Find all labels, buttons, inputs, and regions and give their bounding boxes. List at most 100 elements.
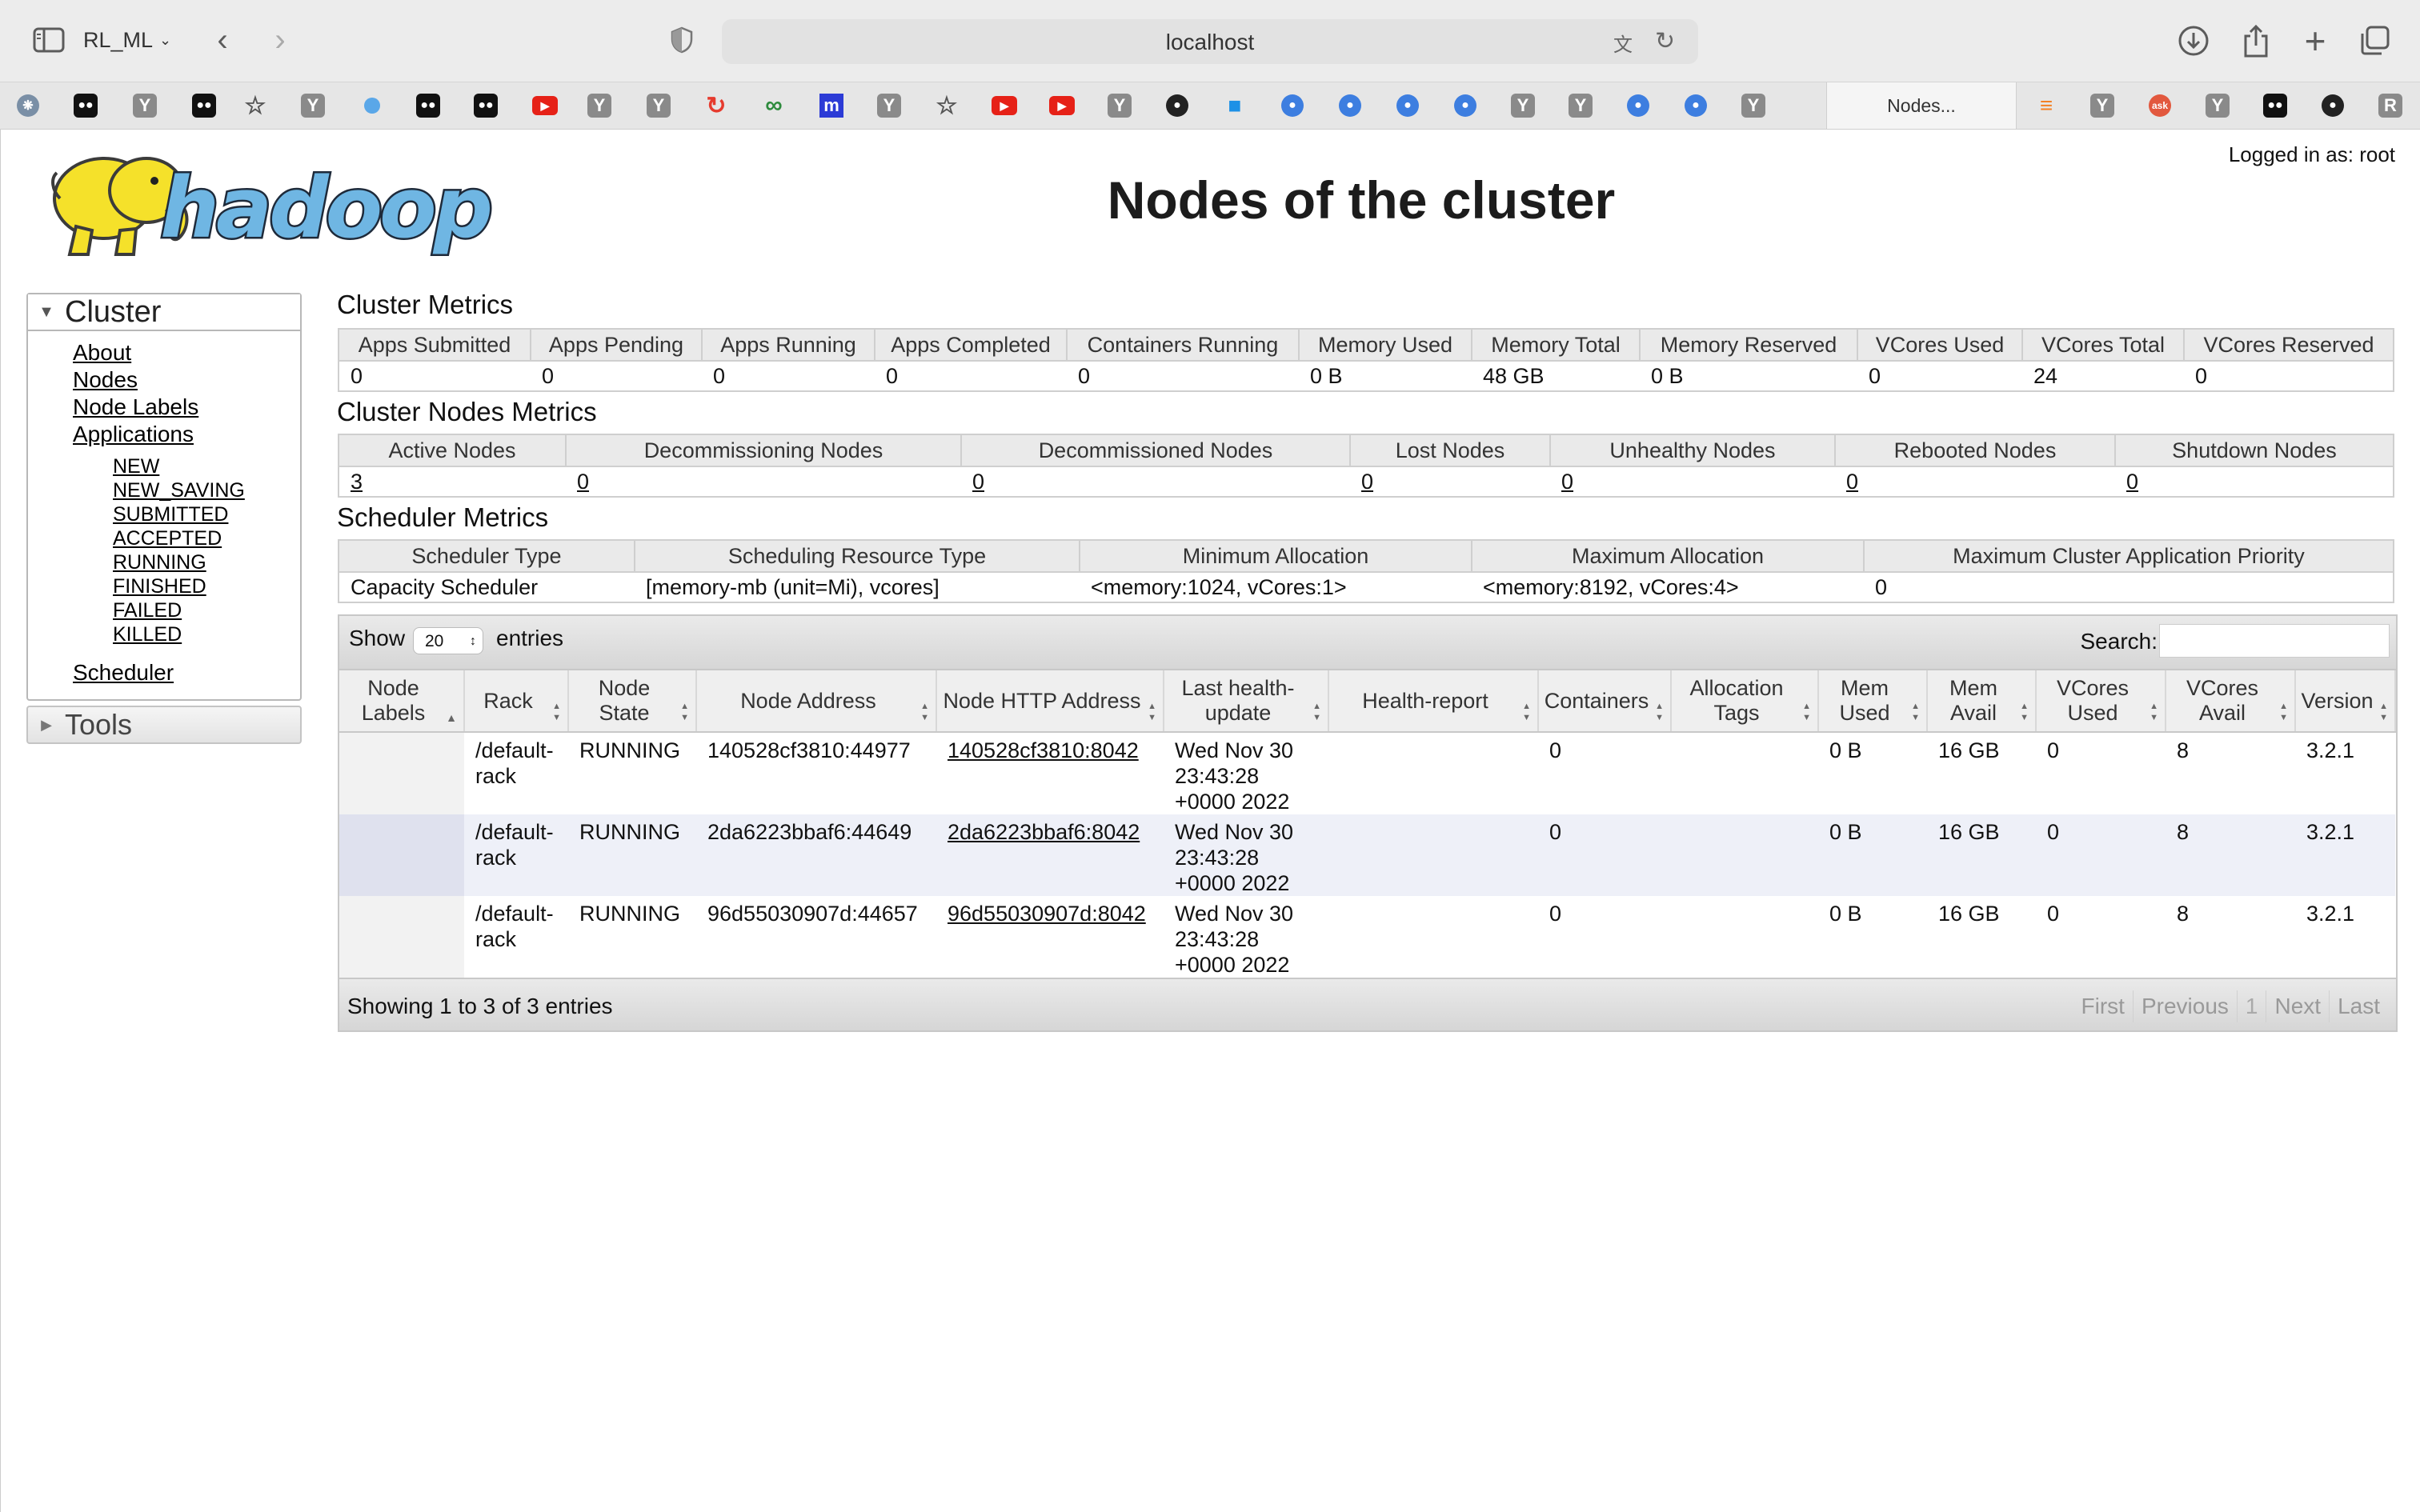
column-header[interactable]: VCores Used ▲ ▼ [2036,670,2166,733]
reload-icon[interactable]: ↻ [1655,27,1682,56]
forward-button[interactable]: › [262,22,298,58]
cell-http-text[interactable]: 96d55030907d:8042 [948,902,1146,926]
pinned-tab-r-icon[interactable]: R [2375,90,2406,121]
back-button[interactable]: ‹ [205,22,240,58]
pinned-tab-ycombinator-icon[interactable]: Y [584,90,615,121]
last-button[interactable]: Last [2329,990,2388,1022]
nav-app-state-failed[interactable]: FAILED [113,598,300,622]
tools-header[interactable]: ▶ Tools [26,706,302,744]
column-header[interactable]: Node HTTP Address ▲ ▼ [936,670,1164,733]
nav-link-nodes[interactable]: Nodes [73,366,300,394]
pinned-tab-infinity-icon[interactable]: ∞ [759,90,789,121]
pinned-tab-blue-circle-icon[interactable]: ● [1277,90,1308,121]
pinned-tab-blue-circle-icon[interactable]: ● [1392,90,1423,121]
nav-link-applications[interactable]: Applications [73,421,300,448]
nav-link-scheduler[interactable]: Scheduler [73,659,300,686]
nav-app-state-finished[interactable]: FINISHED [113,574,300,598]
nav-app-state-running[interactable]: RUNNING [113,550,300,574]
pinned-tab-youtube-icon[interactable]: ▶ [530,90,560,121]
column-header[interactable]: Mem Used ▲ ▼ [1818,670,1928,733]
node_metrics-value-text[interactable]: 0 [2126,470,2138,494]
nav-app-state-new_saving[interactable]: NEW_SAVING [113,478,300,502]
node_metrics-value-text[interactable]: 0 [1561,470,1573,494]
nav-link-node-labels[interactable]: Node Labels [73,394,300,421]
nav-app-state-new[interactable]: NEW [113,454,300,478]
node_metrics-value-text[interactable]: 0 [1361,470,1373,494]
pinned-tab-ycombinator-icon[interactable]: Y [2202,90,2233,121]
next-button[interactable]: Next [2266,990,2329,1022]
download-icon[interactable] [2175,22,2212,59]
node_metrics-value-text[interactable]: 0 [577,470,589,494]
column-header[interactable]: Version ▲ ▼ [2295,670,2396,733]
node_metrics-value-text[interactable]: 0 [1846,470,1858,494]
cluster-header[interactable]: ▼ Cluster [28,294,300,331]
nav-link-about[interactable]: About [73,339,300,366]
pinned-tab-youtube-icon[interactable]: ▶ [989,90,1020,121]
pinned-tab-medium-icon[interactable]: ●● [189,90,219,121]
pinned-tab-star-icon[interactable]: ☆ [240,90,270,121]
nav-app-state-killed[interactable]: KILLED [113,622,300,646]
pinned-tab-ask-icon[interactable]: ask [2145,90,2175,121]
pinned-tab-stackoverflow-icon[interactable]: ≡ [2031,90,2061,121]
pinned-tab-blue-circle-icon[interactable]: ● [1623,90,1653,121]
cell-rack-text: /default-rack [475,902,554,951]
pinned-tab-youtube-icon[interactable]: ▶ [1047,90,1077,121]
node_metrics-value-text[interactable]: 0 [972,470,984,494]
pinned-tab-m-icon[interactable]: m [816,90,847,121]
pinned-tab-medium-icon[interactable]: ●● [2260,90,2290,121]
node_metrics-value-text[interactable]: 3 [351,470,363,494]
pinned-tab-blue-circle-icon[interactable]: ● [1450,90,1480,121]
pinned-tab-ycombinator-icon[interactable]: Y [130,90,160,121]
column-header[interactable]: Allocation Tags ▲ ▼ [1671,670,1819,733]
pinned-tab-ycombinator-icon[interactable]: Y [298,90,328,121]
column-header[interactable]: Node Labels ▲ [339,670,465,733]
pinned-tab-blue-circle-icon[interactable]: ● [1335,90,1365,121]
pinned-tab-ycombinator-icon[interactable]: Y [1104,90,1135,121]
cell-http-text[interactable]: 2da6223bbaf6:8042 [948,820,1140,844]
column-header[interactable]: Mem Avail ▲ ▼ [1927,670,2037,733]
nav-app-state-accepted[interactable]: ACCEPTED [113,526,300,550]
pinned-tab-ycombinator-icon[interactable]: Y [2087,90,2118,121]
sidebar-toggle-icon[interactable] [29,24,69,56]
pinned-tab-ycombinator-icon[interactable]: Y [874,90,904,121]
page-1-button[interactable]: 1 [2236,990,2266,1022]
pinned-tab-medium-icon[interactable]: ●● [70,90,101,121]
pinned-tab-openai-icon[interactable]: ❋ [13,90,43,121]
previous-button[interactable]: Previous [2132,990,2237,1022]
pinned-tab-medium-icon[interactable]: ●● [413,90,443,121]
search-input[interactable] [2159,624,2390,658]
column-header[interactable]: Health-report ▲ ▼ [1328,670,1539,733]
address-bar[interactable]: localhost 文 ↻ [722,19,1698,64]
cell-http-text[interactable]: 140528cf3810:8042 [948,738,1139,762]
pinned-tab-refresh-red-icon[interactable]: ↻ [701,90,731,121]
pinned-tab-ycombinator-icon[interactable]: Y [1738,90,1769,121]
pinned-tab-github-icon[interactable]: ● [2318,90,2348,121]
new-tab-icon[interactable]: + [2297,20,2334,62]
column-header[interactable]: VCores Avail ▲ ▼ [2166,670,2296,733]
pinned-tab-blue-circle-icon[interactable]: ● [1681,90,1711,121]
pinned-tab-ycombinator-icon[interactable]: Y [1565,90,1596,121]
first-button[interactable]: First [2073,990,2133,1022]
translate-icon[interactable]: 文 [1613,29,1642,56]
pinned-tab-ycombinator-icon[interactable]: Y [1508,90,1538,121]
column-header[interactable]: Rack ▲ ▼ [464,670,569,733]
sort-both-icon: ▲ ▼ [680,702,689,722]
profile-menu[interactable]: RL_ML ⌄ [83,24,171,56]
page-length-select[interactable]: 20 ↕ [413,627,483,654]
column-header[interactable]: Node State ▲ ▼ [568,670,697,733]
pinned-tab-docker-icon[interactable]: ■ [1220,90,1250,121]
tab-nodes[interactable]: Nodes... [1826,82,2017,129]
pinned-tab-github-icon[interactable]: ● [1162,90,1192,121]
pinned-tab-blue-dot-icon[interactable] [357,90,387,121]
nav-app-state-submitted[interactable]: SUBMITTED [113,502,300,526]
privacy-shield-icon[interactable] [666,24,698,56]
pinned-tab-medium-icon[interactable]: ●● [471,90,501,121]
cell-health_report [1328,896,1538,978]
tab-overview-icon[interactable] [2356,22,2393,59]
pinned-tab-ycombinator-icon[interactable]: Y [643,90,674,121]
column-header[interactable]: Last health-update ▲ ▼ [1164,670,1329,733]
share-icon[interactable] [2238,21,2274,61]
column-header[interactable]: Node Address ▲ ▼ [696,670,937,733]
pinned-tab-star-icon[interactable]: ☆ [932,90,962,121]
column-header[interactable]: Containers ▲ ▼ [1538,670,1672,733]
